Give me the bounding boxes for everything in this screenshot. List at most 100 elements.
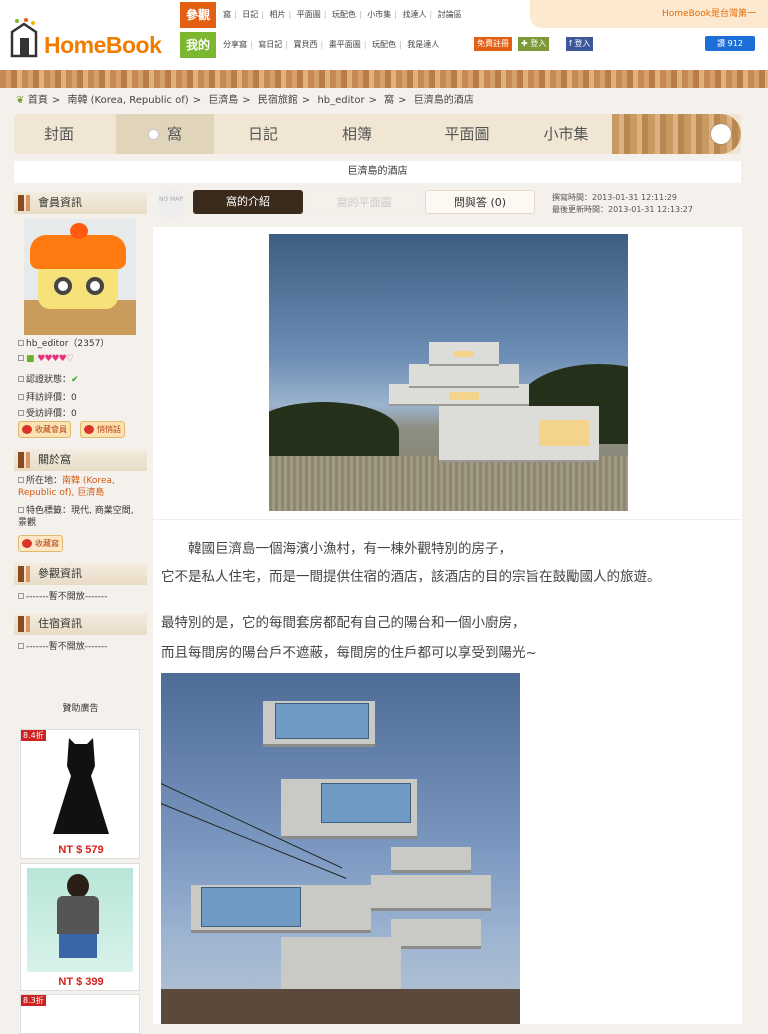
nav-diary[interactable]: 日記	[239, 10, 261, 19]
facebook-login-button[interactable]: f 登入	[566, 37, 594, 51]
username-line[interactable]: hb_editor（2357）	[18, 336, 109, 349]
crumb-country[interactable]: 南韓 (Korea, Republic of)	[67, 95, 188, 106]
bullet-icon	[18, 410, 24, 416]
sponsored-ads: 贊助廣告 8.4折 NT $ 579 NT $ 399 8.3折	[14, 697, 147, 1034]
ad-item[interactable]: 8.3折	[20, 994, 140, 1034]
created-time: 撰寫時間：2013-01-31 12:11:29	[552, 193, 677, 202]
tab-floorplan-disabled: 窩的平面圖	[309, 190, 419, 214]
breadcrumb: ❦ 首頁 > 南韓 (Korea, Republic of) > 巨濟島 > 民宿旅館…	[16, 91, 474, 106]
nav-draw-floorplan[interactable]: 畫平面圖	[326, 40, 364, 49]
tab-cover[interactable]: 封面	[14, 114, 104, 154]
crumb-sep: >	[192, 95, 202, 106]
nav-treasures[interactable]: 寶貝西	[291, 40, 321, 49]
about-section: 關於窩 所在地：南韓 (Korea, Republic of), 巨濟島 特色標…	[14, 449, 147, 559]
lit-window	[539, 420, 589, 446]
model-tshirt	[57, 896, 99, 934]
member-section: 會員資訊 hb_editor（2357） ■ ♥♥♥♥♡ 認證狀態：✔ 拜訪評價…	[14, 192, 147, 457]
message-icon	[84, 425, 94, 434]
nav-sep: |	[261, 10, 264, 19]
nav-sep: |	[359, 10, 362, 19]
visited-rating: 受訪評價：0	[26, 409, 77, 419]
concrete-slab	[391, 847, 471, 873]
member-header: 會員資訊	[14, 192, 147, 214]
main-tabs: 封面 窩 日記 相簿 平面圖 小市集	[14, 114, 741, 154]
crumb-region[interactable]: 巨濟島	[208, 95, 238, 106]
bullet-icon	[18, 643, 24, 649]
ad-item[interactable]: 8.4折 NT $ 579	[20, 729, 140, 859]
tab-diary[interactable]: 日記	[218, 114, 308, 154]
register-button[interactable]: 免費註冊	[474, 37, 512, 51]
bullet-icon	[18, 355, 24, 361]
tab-intro[interactable]: 窩的介紹	[193, 190, 303, 214]
home-icon	[22, 539, 32, 548]
glass-balcony	[275, 703, 369, 739]
crumb-sep: >	[51, 95, 61, 106]
ad-item[interactable]: NT $ 399	[20, 863, 140, 991]
nav-market[interactable]: 小市集	[364, 10, 394, 19]
favorite-member-button[interactable]: 收藏會員	[18, 421, 71, 438]
favorite-home-button[interactable]: 收藏窩	[18, 535, 63, 552]
header-bar-icon	[26, 195, 30, 211]
avatar[interactable]	[24, 219, 136, 335]
nav-floorplan[interactable]: 平面圖	[294, 10, 324, 19]
visit-info-title: 參觀資訊	[38, 567, 82, 580]
ad-price: NT $ 579	[58, 844, 104, 856]
member-title: 會員資訊	[38, 196, 82, 209]
feature-tags: 特色標籤：現代, 商業空間, 景觀	[18, 506, 134, 528]
crumb-home[interactable]: 首頁	[28, 95, 48, 106]
tab-album[interactable]: 相簿	[312, 114, 402, 154]
crumb-section[interactable]: 窩	[384, 95, 394, 106]
crumb-user[interactable]: hb_editor	[317, 95, 364, 106]
crumb-category[interactable]: 民宿旅館	[258, 95, 298, 106]
tab-home-label: 窩	[166, 125, 182, 143]
tab-home[interactable]: 窩	[116, 114, 214, 154]
feature-line: 特色標籤：現代, 商業空間, 景觀	[18, 505, 143, 529]
visit-closed-line: -------暫不開放-------	[18, 589, 107, 602]
private-message-button[interactable]: 悄悄話	[80, 421, 125, 438]
nav-i-am-expert[interactable]: 我是達人	[404, 40, 442, 49]
tab-floorplan[interactable]: 平面圖	[414, 114, 520, 154]
ground	[161, 989, 520, 1024]
about-header: 關於窩	[14, 449, 147, 471]
crumb-sep: >	[398, 95, 407, 106]
nav-sep: |	[320, 40, 324, 49]
nav-write-diary[interactable]: 寫日記	[255, 40, 285, 49]
avatar-hair	[30, 235, 126, 269]
nav-forum[interactable]: 討論區	[435, 10, 465, 19]
nav-share-home[interactable]: 分享窩	[220, 40, 250, 49]
discount-badge: 8.4折	[21, 730, 46, 741]
visit-rating-line: 拜訪評價：0	[18, 390, 77, 403]
stay-info-title: 住宿資訊	[38, 617, 82, 630]
bullet-icon	[18, 507, 24, 513]
tab-qa[interactable]: 問與答 (0)	[425, 190, 535, 214]
login-icon: ✚	[521, 39, 531, 48]
nav-photos[interactable]: 相片	[267, 10, 289, 19]
verified-icon: ✔	[71, 375, 79, 385]
nav-sep: |	[250, 40, 253, 49]
hotel-photo-tower[interactable]	[161, 673, 520, 1024]
hotel-photo-dusk[interactable]	[269, 234, 628, 511]
nav-sep: |	[234, 10, 237, 19]
nav-play-colors[interactable]: 玩配色	[369, 40, 399, 49]
login-button[interactable]: ✚ 登入	[518, 37, 550, 51]
verify-label: 認證狀態：	[26, 375, 72, 385]
discount-badge: 8.3折	[21, 995, 46, 1006]
nav-home[interactable]: 窩	[220, 10, 234, 19]
homebook-logo[interactable]: HomeBook	[8, 8, 178, 64]
crumb-sep: >	[242, 95, 251, 106]
crumb-sep: >	[301, 95, 311, 106]
glass-balcony	[321, 783, 411, 823]
announcement-banner[interactable]: HomeBook是台灣第一	[530, 0, 768, 28]
ads-title: 贊助廣告	[62, 704, 99, 714]
visit-info-header: 參觀資訊	[14, 563, 147, 585]
favorite-home-label: 收藏窩	[35, 539, 59, 548]
nav-experts[interactable]: 找達人	[400, 10, 430, 19]
house-logo-icon	[10, 18, 38, 58]
login-label: 登入	[530, 39, 547, 48]
tab-market[interactable]: 小市集	[528, 114, 604, 154]
article-content: 韓國巨濟島一個海濱小漁村，有一棟外觀特別的房子， 它不是私人住宅，而是一間提供住…	[153, 227, 742, 1024]
header-bar-icon	[26, 452, 30, 468]
like-button[interactable]: 讚 912	[705, 36, 755, 51]
avatar-eye	[54, 277, 72, 295]
nav-colors[interactable]: 玩配色	[329, 10, 359, 19]
